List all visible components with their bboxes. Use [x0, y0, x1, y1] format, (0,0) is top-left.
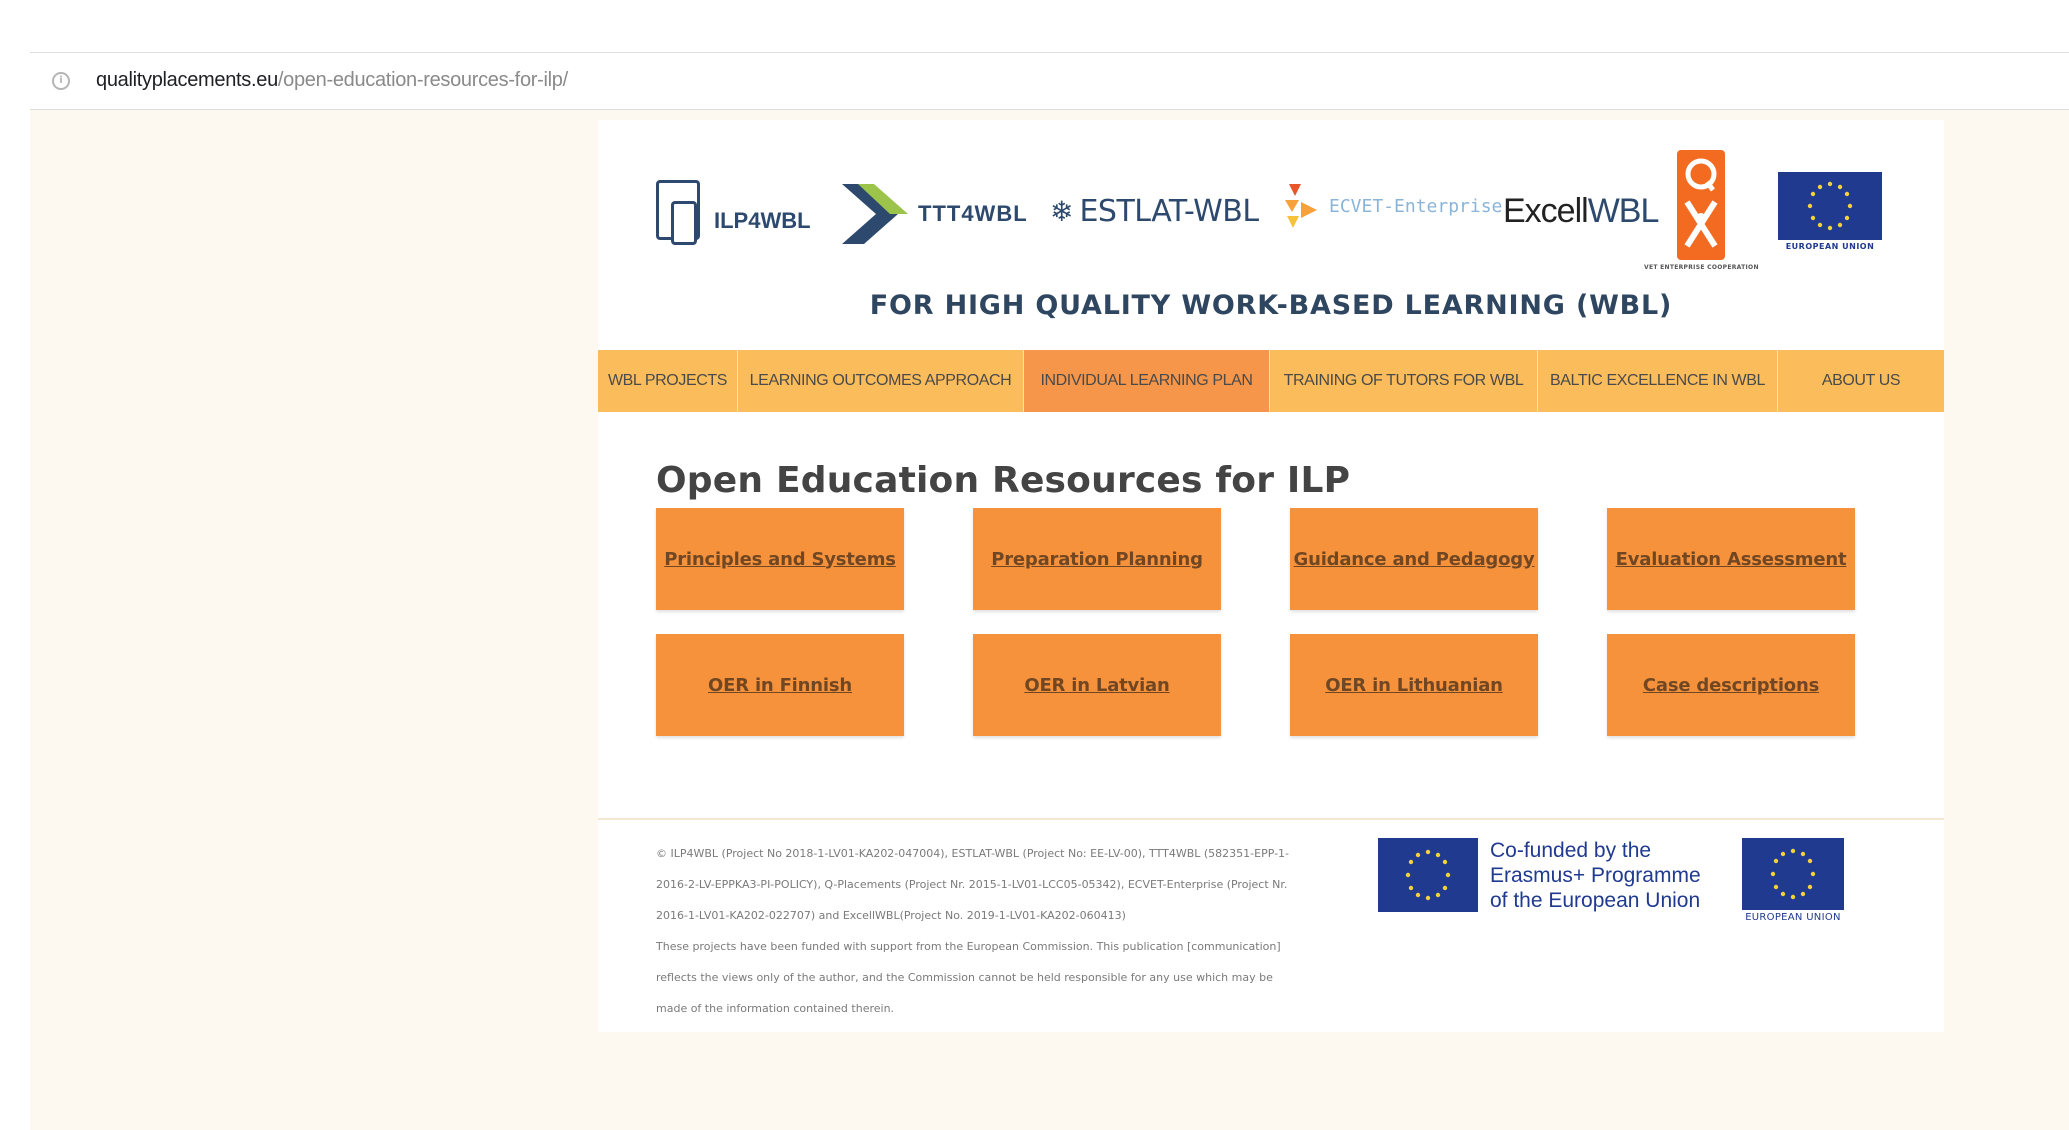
- cofund-line: Co-funded by the: [1490, 839, 1652, 862]
- partner-logos: ILP4WBL TTT4WBL ❄ ESTLAT-WBL ECVET-Enter…: [598, 120, 1944, 290]
- eu-caption: EUROPEAN UNION: [1785, 242, 1875, 251]
- tile-link[interactable]: OER in Lithuanian: [1325, 675, 1503, 696]
- ecvet-enterprise-logo[interactable]: ECVET-Enterprise: [1283, 182, 1502, 230]
- snowflake-icon: ❄: [1050, 195, 1074, 228]
- ilp4wbl-logo[interactable]: ILP4WBL: [656, 180, 811, 245]
- url-domain: qualityplacements.eu: [96, 69, 278, 91]
- tile-link[interactable]: Evaluation Assessment: [1616, 549, 1847, 570]
- tile-oer-in-lithuanian[interactable]: OER in Lithuanian: [1290, 634, 1538, 736]
- nav-item-about-us[interactable]: ABOUT US: [1778, 350, 1944, 412]
- ttt-logo-text: TTT4WBL: [918, 201, 1028, 226]
- estlat-wbl-logo[interactable]: ❄ ESTLAT-WBL: [1050, 194, 1259, 229]
- tile-principles-and-systems[interactable]: Principles and Systems: [656, 508, 904, 610]
- footer-copyright: © ILP4WBL (Project No 2018-1-LV01-KA202-…: [656, 838, 1336, 1024]
- tile-link[interactable]: Preparation Planning: [991, 549, 1203, 570]
- ecvet-logo-text: ECVET-Enterprise: [1329, 195, 1503, 217]
- nav-item-training-of-tutors[interactable]: TRAINING OF TUTORS FOR WBL: [1270, 350, 1538, 412]
- erasmus-cofund-logo: Co-funded by the Erasmus+ Programme of t…: [1378, 838, 1701, 913]
- tile-preparation-planning[interactable]: Preparation Planning: [973, 508, 1221, 610]
- footer-line: 2016-2-LV-EPPKA3-PI-POLICY), Q-Placement…: [656, 878, 1288, 891]
- site-tagline: FOR HIGH QUALITY WORK-BASED LEARNING (WB…: [869, 290, 1673, 321]
- ecvet-mark-icon: [1285, 184, 1317, 228]
- eu-logo: EUROPEAN UNION: [1778, 172, 1882, 251]
- resource-tiles: Principles and Systems Preparation Plann…: [656, 508, 1856, 736]
- cofund-text: Co-funded by the Erasmus+ Programme of t…: [1490, 838, 1701, 913]
- tile-oer-in-finnish[interactable]: OER in Finnish: [656, 634, 904, 736]
- page-title: Open Education Resources for ILP: [656, 460, 1351, 502]
- footer-line: These projects have been funded with sup…: [656, 940, 1281, 953]
- ilp-logo-text: ILP4WBL: [714, 208, 811, 233]
- cofund-line: of the European Union: [1490, 889, 1701, 912]
- chevron-arrow-icon: [842, 184, 908, 244]
- excellwbl-logo[interactable]: ExcellWBL: [1503, 192, 1659, 231]
- info-icon[interactable]: i: [52, 72, 70, 90]
- footer-line: 2016-1-LV01-KA202-022707) and ExcellWBL(…: [656, 909, 1126, 922]
- tile-link[interactable]: Guidance and Pedagogy: [1294, 549, 1535, 570]
- nav-item-wbl-projects[interactable]: WBL PROJECTS: [598, 350, 738, 412]
- tile-oer-in-latvian[interactable]: OER in Latvian: [973, 634, 1221, 736]
- nav-item-learning-outcomes[interactable]: LEARNING OUTCOMES APPROACH: [738, 350, 1024, 412]
- ttt4wbl-logo[interactable]: TTT4WBL: [838, 178, 1028, 250]
- eu-flag-icon: [1378, 838, 1478, 912]
- tile-link[interactable]: OER in Latvian: [1024, 675, 1169, 696]
- url-path: /open-education-resources-for-ilp/: [277, 69, 568, 91]
- estlat-logo-text: ESTLAT-WBL: [1079, 194, 1259, 229]
- q-placements-logo[interactable]: VET ENTERPRISE COOPERATION: [1644, 150, 1759, 271]
- browser-address-bar[interactable]: i qualityplacements.eu/open-education-re…: [30, 52, 2069, 110]
- tile-link[interactable]: OER in Finnish: [708, 675, 852, 696]
- eu-flag-icon: [1742, 838, 1844, 910]
- tile-link[interactable]: Principles and Systems: [664, 549, 896, 570]
- q-placements-caption: VET ENTERPRISE COOPERATION: [1644, 264, 1759, 271]
- nav-item-individual-learning-plan[interactable]: INDIVIDUAL LEARNING PLAN: [1024, 350, 1270, 412]
- tile-guidance-and-pedagogy[interactable]: Guidance and Pedagogy: [1290, 508, 1538, 610]
- excell-logo-text: ExcellWBL: [1503, 192, 1659, 231]
- q-placements-mark-icon: [1677, 150, 1726, 260]
- excell-prefix: Excell: [1503, 192, 1589, 230]
- cofund-line: Erasmus+ Programme: [1490, 864, 1701, 887]
- footer-line: made of the information contained therei…: [656, 1002, 895, 1015]
- url-text[interactable]: qualityplacements.eu/open-education-reso…: [96, 69, 568, 92]
- nav-item-baltic-excellence[interactable]: BALTIC EXCELLENCE IN WBL: [1538, 350, 1778, 412]
- tile-link[interactable]: Case descriptions: [1643, 675, 1819, 696]
- page-viewport: ILP4WBL TTT4WBL ❄ ESTLAT-WBL ECVET-Enter…: [30, 110, 2069, 1130]
- site-container: ILP4WBL TTT4WBL ❄ ESTLAT-WBL ECVET-Enter…: [598, 120, 1944, 1032]
- tile-case-descriptions[interactable]: Case descriptions: [1607, 634, 1855, 736]
- ilp-mark-icon: [656, 180, 700, 245]
- footer-divider: [598, 818, 1944, 820]
- eu-footer-caption: EUROPEAN UNION: [1745, 912, 1841, 923]
- eu-footer-logo: EUROPEAN UNION: [1742, 838, 1844, 923]
- footer-line: © ILP4WBL (Project No 2018-1-LV01-KA202-…: [656, 847, 1290, 860]
- tile-evaluation-assessment[interactable]: Evaluation Assessment: [1607, 508, 1855, 610]
- footer-line: reflects the views only of the author, a…: [656, 971, 1273, 984]
- eu-flag-icon: [1778, 172, 1882, 240]
- main-nav: WBL PROJECTS LEARNING OUTCOMES APPROACH …: [598, 350, 1944, 412]
